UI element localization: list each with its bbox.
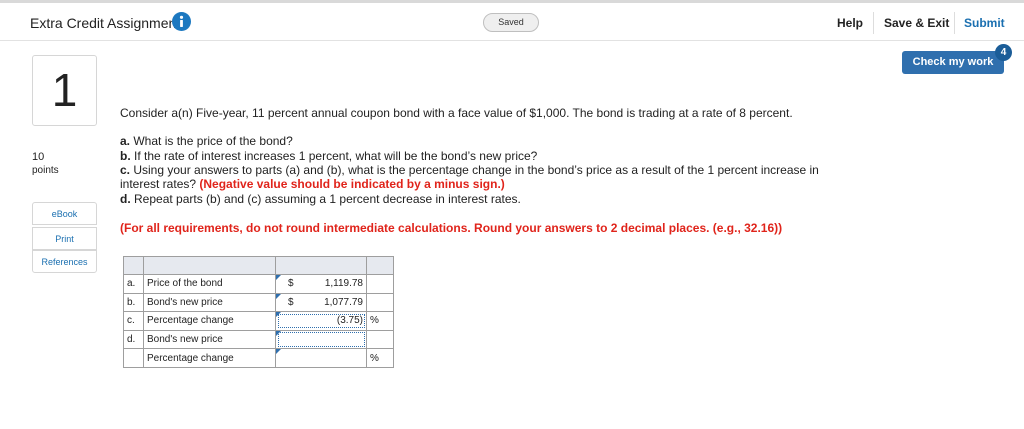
row-letter	[123, 348, 144, 368]
info-icon[interactable]	[172, 12, 191, 31]
decrease-new-price-input[interactable]	[275, 329, 367, 350]
print-button[interactable]: Print	[32, 227, 97, 250]
input-value: 1,077.79	[324, 296, 363, 308]
input-marker	[276, 349, 281, 355]
row-letter: d.	[123, 329, 144, 350]
part-c-text: Using your answers to parts (a) and (b),…	[130, 163, 819, 177]
question-part-a: a. What is the price of the bond?	[120, 134, 293, 148]
check-attempts-badge: 4	[995, 44, 1012, 61]
row-unit: %	[366, 311, 394, 331]
table-row: a. Price of the bond $ 1,119.78	[123, 274, 394, 294]
percentage-change-input[interactable]: (3.75)	[275, 311, 367, 331]
part-c-prefix: c.	[120, 163, 131, 177]
input-marker	[276, 275, 281, 280]
row-letter: a.	[123, 274, 144, 294]
row-unit	[366, 329, 394, 350]
points-value: 10	[32, 151, 45, 163]
input-marker	[276, 330, 281, 336]
question-part-c: c. Using your answers to parts (a) and (…	[120, 163, 819, 177]
help-link[interactable]: Help	[837, 16, 863, 30]
table-header-row	[123, 256, 394, 275]
row-label: Price of the bond	[143, 274, 276, 294]
input-value: (3.75)	[336, 315, 363, 327]
save-exit-link[interactable]: Save & Exit	[884, 16, 949, 30]
question-part-d: d. Repeat parts (b) and (c) assuming a 1…	[120, 192, 521, 206]
row-letter: b.	[123, 292, 144, 313]
part-d-text: Repeat parts (b) and (c) assuming a 1 pe…	[130, 192, 521, 206]
new-price-input[interactable]: $ 1,077.79	[275, 292, 367, 313]
saved-status-badge: Saved	[483, 13, 539, 32]
part-d-prefix: d.	[120, 192, 131, 206]
row-unit: %	[366, 348, 394, 368]
part-b-text: If the rate of interest increases 1 perc…	[130, 149, 538, 163]
row-unit	[366, 292, 394, 313]
part-a-text: What is the price of the bond?	[130, 134, 293, 148]
negative-value-note: (Negative value should be indicated by a…	[199, 177, 505, 191]
answer-table: a. Price of the bond $ 1,119.78 b. Bond'…	[123, 256, 394, 368]
header-divider	[873, 12, 874, 34]
check-my-work-button[interactable]: Check my work	[902, 51, 1004, 74]
rounding-instruction: (For all requirements, do not round inte…	[120, 221, 783, 235]
row-label: Percentage change	[143, 348, 276, 368]
row-label: Bond's new price	[143, 329, 276, 350]
row-label: Percentage change	[143, 311, 276, 331]
price-of-bond-input[interactable]: $ 1,119.78	[275, 274, 367, 294]
dollar-sign: $	[288, 278, 294, 289]
header-divider	[954, 12, 955, 34]
dollar-sign: $	[288, 296, 294, 308]
part-b-prefix: b.	[120, 149, 131, 163]
input-marker	[276, 312, 281, 318]
table-row: c. Percentage change (3.75) %	[123, 311, 394, 331]
question-part-b: b. If the rate of interest increases 1 p…	[120, 149, 537, 163]
row-letter: c.	[123, 311, 144, 331]
input-marker	[276, 293, 281, 299]
table-row: Percentage change %	[123, 348, 394, 368]
header-bar: Extra Credit Assignment Saved Help Save …	[0, 3, 1024, 41]
submit-link[interactable]: Submit	[964, 16, 1005, 30]
table-row: d. Bond's new price	[123, 329, 394, 350]
row-unit	[366, 274, 394, 294]
part-c-text-2: interest rates?	[120, 177, 200, 191]
assignment-title: Extra Credit Assignment	[30, 15, 181, 31]
points-label: points	[32, 165, 59, 176]
input-value: 1,119.78	[324, 278, 363, 290]
question-number: 1	[32, 55, 97, 126]
decrease-percentage-change-input[interactable]	[275, 348, 367, 368]
ebook-button[interactable]: eBook	[32, 202, 97, 225]
question-intro: Consider a(n) Five-year, 11 percent annu…	[120, 106, 793, 120]
question-part-c-continued: interest rates? (Negative value should b…	[120, 177, 505, 191]
part-a-prefix: a.	[120, 134, 131, 148]
row-label: Bond's new price	[143, 292, 276, 313]
table-row: b. Bond's new price $ 1,077.79	[123, 292, 394, 313]
references-button[interactable]: References	[32, 250, 97, 273]
